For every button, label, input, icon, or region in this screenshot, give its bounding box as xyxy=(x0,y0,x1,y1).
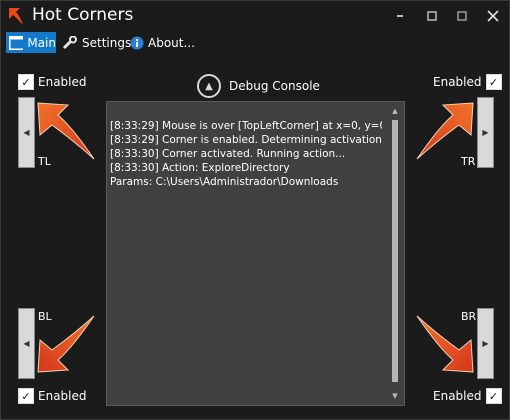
br-enabled-checkbox[interactable]: Enabled ✓ xyxy=(433,388,502,404)
info-icon xyxy=(130,36,144,49)
tab-main-label: Main xyxy=(27,35,56,50)
bl-arrow-icon xyxy=(37,315,95,373)
title-bar[interactable]: Hot Corners xyxy=(1,1,509,31)
bl-enabled-checkbox[interactable]: ✓ Enabled xyxy=(18,388,87,404)
maximize-button[interactable] xyxy=(447,4,477,28)
console-output: [8:33:29] Mouse is over [TopLeftCorner] … xyxy=(110,119,382,189)
console-scrollbar[interactable]: ▲ ▼ xyxy=(386,102,404,405)
tr-enabled-label: Enabled xyxy=(433,75,482,89)
br-side-button[interactable]: ▶ xyxy=(477,308,494,379)
chevron-up-icon: ▲ xyxy=(197,74,221,98)
minimize-icon xyxy=(397,15,403,17)
restore-icon xyxy=(427,11,437,21)
tl-enabled-label: Enabled xyxy=(38,75,87,89)
tab-main[interactable]: Main xyxy=(6,32,56,53)
close-button[interactable] xyxy=(478,4,508,28)
checkmark-icon: ✓ xyxy=(18,388,34,404)
console-line: [8:33:30] Corner activated. Running acti… xyxy=(110,148,346,160)
tr-side-button[interactable]: ▶ xyxy=(477,97,494,168)
chevron-left-icon: ◀ xyxy=(23,339,30,348)
chevron-left-icon: ◀ xyxy=(23,128,30,137)
toolbar: Main Settings About... xyxy=(1,31,509,54)
help-button[interactable] xyxy=(417,4,447,28)
checkmark-icon: ✓ xyxy=(485,388,502,404)
tl-enabled-checkbox[interactable]: ✓ Enabled xyxy=(18,74,87,90)
tl-label: TL xyxy=(38,155,51,168)
tab-settings-label: Settings xyxy=(82,35,132,50)
debug-console-toggle[interactable]: ▲ Debug Console xyxy=(197,74,320,98)
chevron-right-icon: ▶ xyxy=(482,128,489,137)
app-logo-icon xyxy=(9,8,23,25)
minimize-button[interactable] xyxy=(385,4,415,28)
checkmark-icon: ✓ xyxy=(485,74,502,90)
tr-label: TR xyxy=(461,155,476,168)
tl-side-button[interactable]: ◀ xyxy=(18,97,35,168)
wrench-icon xyxy=(62,35,77,49)
tab-settings[interactable]: Settings xyxy=(62,32,131,53)
maximize-icon xyxy=(457,11,467,21)
bl-enabled-label: Enabled xyxy=(38,389,87,403)
console-line: [8:33:29] Corner is enabled. Determining… xyxy=(110,134,382,146)
debug-console-label: Debug Console xyxy=(229,79,320,93)
br-arrow-icon xyxy=(416,315,474,373)
tl-arrow-icon xyxy=(37,102,95,160)
tab-about-label: About... xyxy=(148,35,195,50)
tr-enabled-checkbox[interactable]: Enabled ✓ xyxy=(433,74,502,90)
br-enabled-label: Enabled xyxy=(433,389,482,403)
checkmark-icon: ✓ xyxy=(18,74,34,90)
tab-about[interactable]: About... xyxy=(130,32,195,53)
main-panel: ✓ Enabled ◀ TL Enabled ✓ ▶ TR BL ◀ ✓ Ena… xyxy=(1,54,509,419)
debug-console[interactable]: [8:33:29] Mouse is over [TopLeftCorner] … xyxy=(106,101,405,406)
close-icon xyxy=(487,10,499,22)
bl-side-button[interactable]: ◀ xyxy=(18,308,35,379)
app-window: Hot Corners Main Settings About... ✓ Ena… xyxy=(0,0,510,420)
scroll-up-icon[interactable]: ▲ xyxy=(386,104,404,118)
console-line: Params: C:\Users\Administrador\Downloads xyxy=(110,176,339,188)
scroll-down-icon[interactable]: ▼ xyxy=(386,389,404,403)
console-line: [8:33:30] Action: ExploreDirectory xyxy=(110,162,290,174)
window-icon xyxy=(9,35,24,50)
tr-arrow-icon xyxy=(416,102,474,160)
scroll-thumb[interactable] xyxy=(392,120,398,382)
window-title: Hot Corners xyxy=(32,5,134,25)
chevron-right-icon: ▶ xyxy=(482,339,489,348)
console-line: [8:33:29] Mouse is over [TopLeftCorner] … xyxy=(110,120,382,132)
